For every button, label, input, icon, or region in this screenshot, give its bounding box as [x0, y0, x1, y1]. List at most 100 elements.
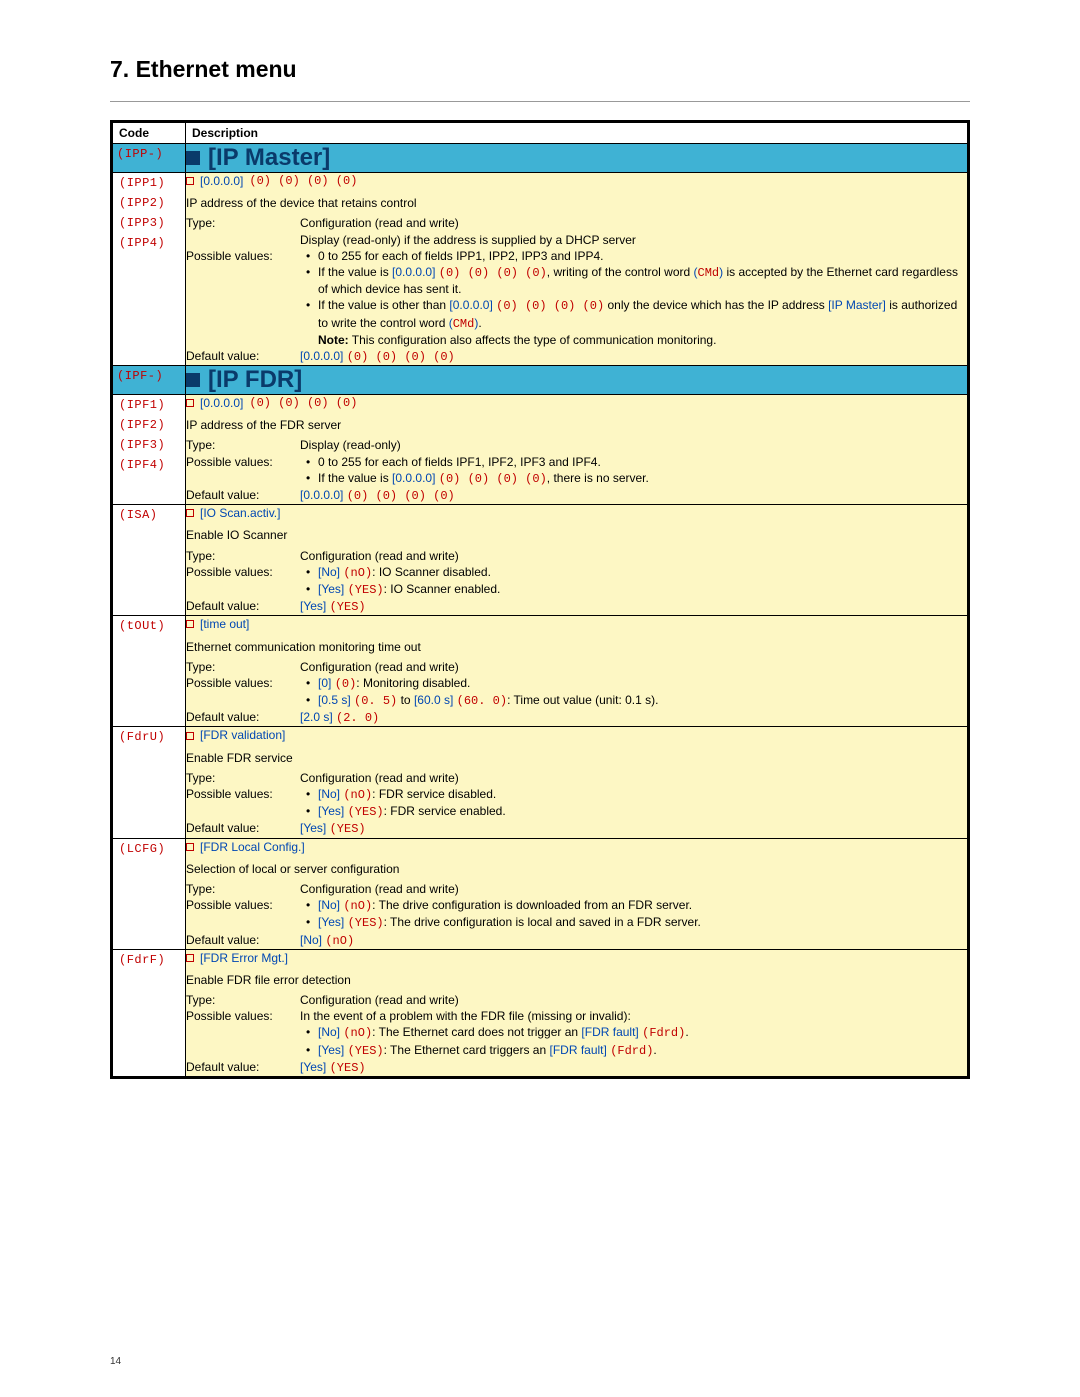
- type-value: Configuration (read and write): [300, 881, 967, 897]
- checkbox-icon: [186, 177, 194, 185]
- code-text: (IPF1): [113, 395, 185, 415]
- pv-label: Possible values:: [186, 675, 296, 709]
- type-value: Configuration (read and write): [300, 548, 967, 564]
- default-value: [Yes] (YES): [300, 598, 967, 615]
- desc-cell: [IO Scan.activ.]Enable IO ScannerType:Co…: [186, 505, 969, 616]
- default-label: Default value:: [186, 487, 296, 504]
- divider: [110, 101, 970, 102]
- desc-cell: [time out] Ethernet communication monitor…: [186, 616, 969, 727]
- desc-cell: [FDR Error Mgt.] Enable FDR file error de…: [186, 949, 969, 1077]
- section-title: [IP Master]: [208, 144, 330, 171]
- code-text: (IPF4): [113, 455, 185, 475]
- code-text: (LCFG): [113, 839, 185, 859]
- type-label: Type:: [186, 659, 296, 675]
- section-code: (IPF-): [113, 366, 185, 386]
- type-label: Type:: [186, 437, 296, 453]
- pv-value: [No] (nO): IO Scanner disabled.[Yes] (YE…: [300, 564, 967, 598]
- desc-cell: [FDR validation]Enable FDR serviceType:C…: [186, 727, 969, 838]
- summary-text: Enable FDR file error detection: [186, 972, 967, 988]
- default-label: Default value:: [186, 598, 296, 615]
- code-cell: (LCFG): [112, 838, 186, 949]
- pv-item: 0 to 255 for each of fields IPF1, IPF2, …: [306, 454, 967, 470]
- checkbox-icon: [186, 732, 194, 740]
- summary-text: Ethernet communication monitoring time o…: [186, 639, 967, 655]
- setting-value-blue: [FDR Local Config.]: [200, 839, 305, 855]
- pv-label: Possible values:: [186, 786, 296, 820]
- pv-value: [0] (0): Monitoring disabled.[0.5 s] (0.…: [300, 675, 967, 709]
- pv-item: [Yes] (YES): FDR service enabled.: [306, 803, 967, 820]
- checkbox-icon: [186, 399, 194, 407]
- code-cell: (ISA): [112, 505, 186, 616]
- page-title: 7. Ethernet menu: [110, 56, 970, 83]
- type-label: Type:: [186, 770, 296, 786]
- pv-item: If the value is other than [0.0.0.0] (0)…: [306, 297, 967, 348]
- setting-value-blue: [IO Scan.activ.]: [200, 505, 280, 521]
- code-text: (IPP4): [113, 233, 185, 253]
- code-text: (FdrU): [113, 727, 185, 747]
- type-value: Configuration (read and write): [300, 659, 967, 675]
- pv-value: [No] (nO): The drive configuration is do…: [300, 897, 967, 931]
- square-icon: [186, 373, 200, 387]
- type-value: Configuration (read and write): [300, 992, 967, 1008]
- setting-title: [FDR Local Config.]: [186, 839, 967, 855]
- setting-value-blue: [FDR validation]: [200, 727, 285, 743]
- setting-value-red: (0) (0) (0) (0): [249, 395, 357, 411]
- type-label: Type:: [186, 881, 296, 897]
- pv-label: Possible values:: [186, 454, 296, 487]
- page: 7. Ethernet menu Code Description (IPP-)…: [0, 0, 1080, 1397]
- pv-item: If the value is [0.0.0.0] (0) (0) (0) (0…: [306, 470, 967, 487]
- code-text: (FdrF): [113, 950, 185, 970]
- setting-title: [IO Scan.activ.]: [186, 505, 967, 521]
- pv-value: 0 to 255 for each of fields IPF1, IPF2, …: [300, 454, 967, 487]
- default-value: [Yes] (YES): [300, 1059, 967, 1076]
- pv-label: Possible values:: [186, 248, 296, 348]
- setting-title: [0.0.0.0] (0) (0) (0) (0): [186, 395, 967, 411]
- code-text: (IPP3): [113, 213, 185, 233]
- summary-text: IP address of the FDR server: [186, 417, 967, 433]
- type-label: Type:: [186, 992, 296, 1008]
- default-label: Default value:: [186, 348, 296, 365]
- code-text: (IPP1): [113, 173, 185, 193]
- code-cell: (IPF1)(IPF2)(IPF3)(IPF4): [112, 395, 186, 505]
- col-header-desc: Description: [186, 122, 969, 144]
- section-title: [IP FDR]: [208, 366, 302, 393]
- code-cell: (FdrU): [112, 727, 186, 838]
- type-label: Type:: [186, 215, 296, 247]
- setting-title: [time out]: [186, 616, 967, 632]
- pv-item: 0 to 255 for each of fields IPP1, IPP2, …: [306, 248, 967, 264]
- pv-item: [Yes] (YES): The Ethernet card triggers …: [306, 1042, 967, 1059]
- code-text: (IPF3): [113, 435, 185, 455]
- col-header-code: Code: [112, 122, 186, 144]
- summary-text: Enable FDR service: [186, 750, 967, 766]
- pv-value: 0 to 255 for each of fields IPP1, IPP2, …: [300, 248, 967, 348]
- pv-label: Possible values:: [186, 897, 296, 931]
- desc-cell: [FDR Local Config.] Selection of local or…: [186, 838, 969, 949]
- pv-item: [Yes] (YES): The drive configuration is …: [306, 914, 967, 931]
- setting-value-blue: [0.0.0.0]: [200, 395, 243, 411]
- code-cell: (tOUt): [112, 616, 186, 727]
- checkbox-icon: [186, 509, 194, 517]
- code-text: (IPP2): [113, 193, 185, 213]
- setting-value-blue: [FDR Error Mgt.]: [200, 950, 288, 966]
- pv-item: [No] (nO): IO Scanner disabled.: [306, 564, 967, 581]
- default-value: [Yes] (YES): [300, 820, 967, 837]
- pv-value: [No] (nO): FDR service disabled.[Yes] (Y…: [300, 786, 967, 820]
- default-value: [0.0.0.0] (0) (0) (0) (0): [300, 487, 967, 504]
- section-head: [IP FDR]: [186, 366, 969, 395]
- square-icon: [186, 151, 200, 165]
- setting-title: [FDR validation]: [186, 727, 967, 743]
- pv-label: Possible values:: [186, 1008, 296, 1059]
- pv-item: [No] (nO): FDR service disabled.: [306, 786, 967, 803]
- summary-text: Selection of local or server configurati…: [186, 861, 967, 877]
- section-code: (IPP-): [113, 144, 185, 164]
- setting-title: [0.0.0.0] (0) (0) (0) (0): [186, 173, 967, 189]
- code-text: (IPF2): [113, 415, 185, 435]
- summary-text: IP address of the device that retains co…: [186, 195, 967, 211]
- page-number: 14: [110, 1356, 121, 1367]
- pv-item: [No] (nO): The drive configuration is do…: [306, 897, 967, 914]
- desc-cell: [0.0.0.0] (0) (0) (0) (0) IP address of t…: [186, 173, 969, 366]
- type-label: Type:: [186, 548, 296, 564]
- default-label: Default value:: [186, 709, 296, 726]
- default-value: [0.0.0.0] (0) (0) (0) (0): [300, 348, 967, 365]
- section-head: [IP Master]: [186, 144, 969, 173]
